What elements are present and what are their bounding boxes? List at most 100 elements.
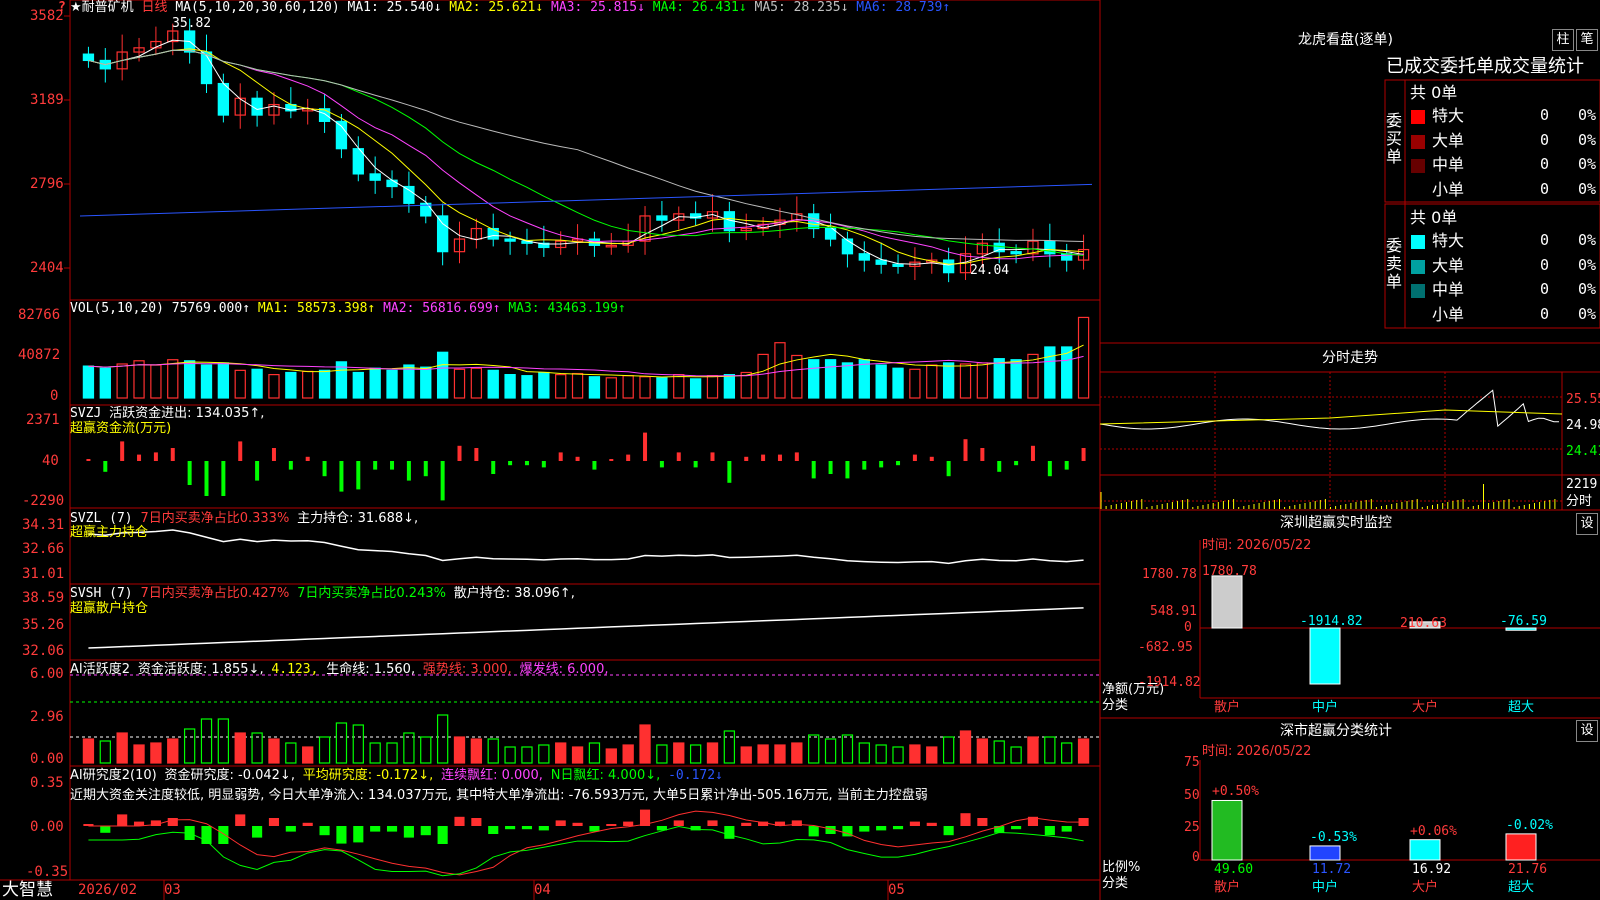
- research-bar: [724, 826, 735, 839]
- activity-bar: [723, 730, 736, 764]
- activity-bar: [622, 744, 634, 764]
- fundflow-bar: [811, 461, 816, 479]
- research-bar: [521, 826, 533, 830]
- volume-bar: [976, 362, 989, 399]
- classify-settings-button[interactable]: 设: [1576, 720, 1598, 742]
- buy-row-swatch: [1411, 183, 1425, 198]
- research-bar: [403, 826, 414, 838]
- classify-date: 时间: 2026/05/22: [1202, 744, 1312, 759]
- volume-bar: [942, 362, 955, 399]
- ma-line-5: [88, 49, 1084, 242]
- volume-bar: [740, 371, 752, 399]
- candle-body: [858, 253, 870, 261]
- date-label-may: 05: [888, 882, 905, 898]
- monitor-value-2: -1914.82: [1300, 614, 1363, 629]
- volume-bar: [183, 360, 196, 399]
- classify-value-2: 11.72: [1312, 862, 1352, 877]
- research-bar: [859, 826, 870, 832]
- ai2-label[interactable]: AI研究度2(10): [70, 768, 157, 783]
- fundflow-bar: [1081, 448, 1086, 461]
- ma4-value: MA4: 26.431↓: [652, 0, 747, 15]
- candle-body: [993, 242, 1005, 253]
- lhkp-subtitle: 已成交委托单成交量统计: [1386, 56, 1584, 77]
- ai1-label[interactable]: AI活跃度2: [70, 662, 130, 677]
- ai1-text1: 资金活跃度: 1.855↓,: [137, 662, 264, 677]
- price-axis-2: 3189: [30, 92, 64, 108]
- classify-value-4: 21.76: [1508, 862, 1548, 877]
- activity-bar: [234, 732, 246, 764]
- classify-xlabel: 分类: [1102, 876, 1129, 891]
- activity-bar: [791, 742, 803, 764]
- vol-label[interactable]: VOL(5,10,20): [70, 301, 164, 316]
- period-label[interactable]: 日线: [141, 0, 167, 15]
- volume-bar: [116, 363, 128, 399]
- ai2-commentary: 近期大资金关注度较低, 明显弱势, 今日大单净流入: 134.037万元, 其中…: [70, 788, 928, 803]
- ma2-value: MA2: 25.621↓: [449, 0, 544, 15]
- fundflow-bar: [474, 448, 479, 461]
- activity-bar: [926, 746, 938, 764]
- volume-bar: [133, 360, 145, 399]
- fenshi-vol-axis-2: 分时: [1566, 494, 1593, 509]
- sell-row-pct: 0%: [1578, 231, 1597, 249]
- fundflow-bar: [491, 461, 496, 474]
- research-bar: [100, 826, 111, 833]
- fundflow-bar: [626, 454, 631, 461]
- research-bar: [892, 826, 904, 830]
- svzj-sub: 超赢资金流(万元): [70, 421, 172, 436]
- activity-bar: [453, 736, 466, 764]
- volume-bar: [824, 359, 837, 399]
- svzl-label[interactable]: SVZL (7): [70, 511, 133, 526]
- volume-bar: [909, 368, 921, 399]
- svzj-label[interactable]: SVZJ: [70, 406, 101, 421]
- candle-body: [504, 238, 516, 242]
- fundflow-bar: [170, 448, 175, 461]
- activity-bar: [386, 742, 398, 764]
- sell-row-count: 0: [1540, 231, 1550, 249]
- ai2-text5: -0.172↓: [668, 768, 723, 783]
- activity-bar: [1027, 736, 1039, 764]
- symbol-name[interactable]: ★耐普矿机: [70, 0, 134, 15]
- volume-bar: [1010, 359, 1022, 399]
- buy-row-label: 大单: [1432, 130, 1465, 150]
- monitor-axis-4: -682.95: [1138, 640, 1193, 655]
- svzj-axis-2: 40: [42, 453, 59, 469]
- fundflow-bar: [946, 461, 951, 477]
- monitor-settings-button[interactable]: 设: [1576, 513, 1598, 535]
- fenshi-price-line: [1099, 389, 1560, 430]
- tick-mode-button[interactable]: 笔: [1576, 29, 1598, 51]
- activity-bar: [167, 738, 179, 764]
- activity-bar: [150, 742, 162, 764]
- fundflow-bar: [558, 452, 563, 461]
- monitor-axis-3: 0: [1184, 620, 1192, 635]
- classify-change-1: +0.50%: [1212, 784, 1259, 800]
- brand-logo[interactable]: 大智慧: [2, 880, 53, 900]
- fundflow-bar: [710, 452, 715, 461]
- research-bar: [353, 826, 364, 843]
- volume-bar: [251, 368, 263, 399]
- research-bar: [454, 816, 465, 826]
- svsh-label[interactable]: SVSH (7): [70, 586, 133, 601]
- candle-body: [403, 185, 415, 204]
- classify-title: 深市超赢分类统计: [1280, 723, 1392, 739]
- volume-bar: [521, 375, 533, 399]
- buy-row-pct: 0%: [1578, 106, 1597, 124]
- research-bar: [336, 826, 347, 844]
- svsh-axis-2: 35.26: [22, 617, 65, 633]
- monitor-axis-1: 1780.78: [1142, 567, 1197, 582]
- sell-row-pct: 0%: [1578, 255, 1597, 274]
- sell-row-pct: 0%: [1578, 280, 1597, 298]
- activity-bar: [487, 738, 499, 764]
- fundflow-bar: [305, 456, 310, 461]
- ma-line-3: [88, 49, 1084, 260]
- bar-mode-button[interactable]: 柱: [1552, 29, 1574, 51]
- buy-row-swatch: [1411, 159, 1425, 173]
- activity-bar: [689, 744, 702, 764]
- classify-value-1: 49.60: [1214, 862, 1254, 877]
- buy-row-label: 中单: [1432, 155, 1465, 174]
- classify-axis-2: 50: [1184, 788, 1200, 803]
- monitor-value-4: -76.59: [1500, 614, 1547, 629]
- price-high-label: 35.82: [172, 16, 212, 31]
- research-bar: [420, 826, 431, 836]
- fenshi-vol-axis-1: 2219: [1566, 477, 1598, 492]
- monitor-bar-2: [1309, 627, 1341, 685]
